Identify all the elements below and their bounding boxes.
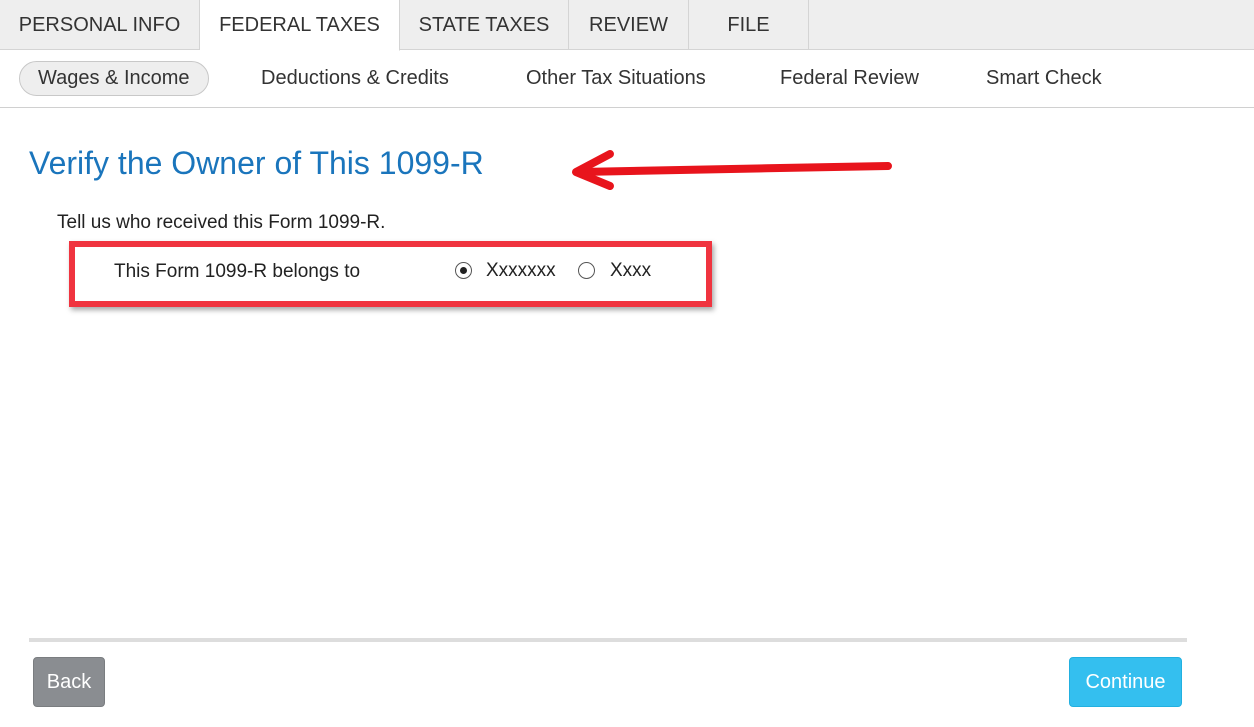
owner-radio-option-2[interactable] [578,262,595,279]
back-button[interactable]: Back [33,657,105,707]
continue-button[interactable]: Continue [1069,657,1182,707]
annotation-arrow-icon [572,150,892,190]
page-title: Verify the Owner of This 1099-R [29,145,484,181]
tab-state-taxes[interactable]: STATE TAXES [400,0,569,50]
tab-federal-taxes[interactable]: FEDERAL TAXES [200,0,400,51]
tab-review[interactable]: REVIEW [569,0,689,50]
subnav-other-tax-situations[interactable]: Other Tax Situations [526,61,706,96]
subnav-wages-income[interactable]: Wages & Income [19,61,209,96]
intro-text: Tell us who received this Form 1099-R. [57,212,386,233]
owner-option-2-label[interactable]: Xxxx [610,260,651,282]
subnav-federal-review[interactable]: Federal Review [780,61,919,96]
owner-question-label: This Form 1099-R belongs to [114,261,361,282]
tab-personal-info[interactable]: PERSONAL INFO [0,0,200,50]
top-tab-bar: PERSONAL INFO FEDERAL TAXES STATE TAXES … [0,0,1254,51]
subnav-smart-check[interactable]: Smart Check [986,61,1102,96]
sub-nav-bar: Wages & Income Deductions & Credits Othe… [0,51,1254,108]
subnav-deductions-credits[interactable]: Deductions & Credits [261,61,449,96]
footer-divider [29,638,1187,642]
owner-radio-option-1[interactable] [455,262,472,279]
tab-file[interactable]: FILE [689,0,809,50]
owner-option-1-label[interactable]: Xxxxxxx [486,260,556,282]
